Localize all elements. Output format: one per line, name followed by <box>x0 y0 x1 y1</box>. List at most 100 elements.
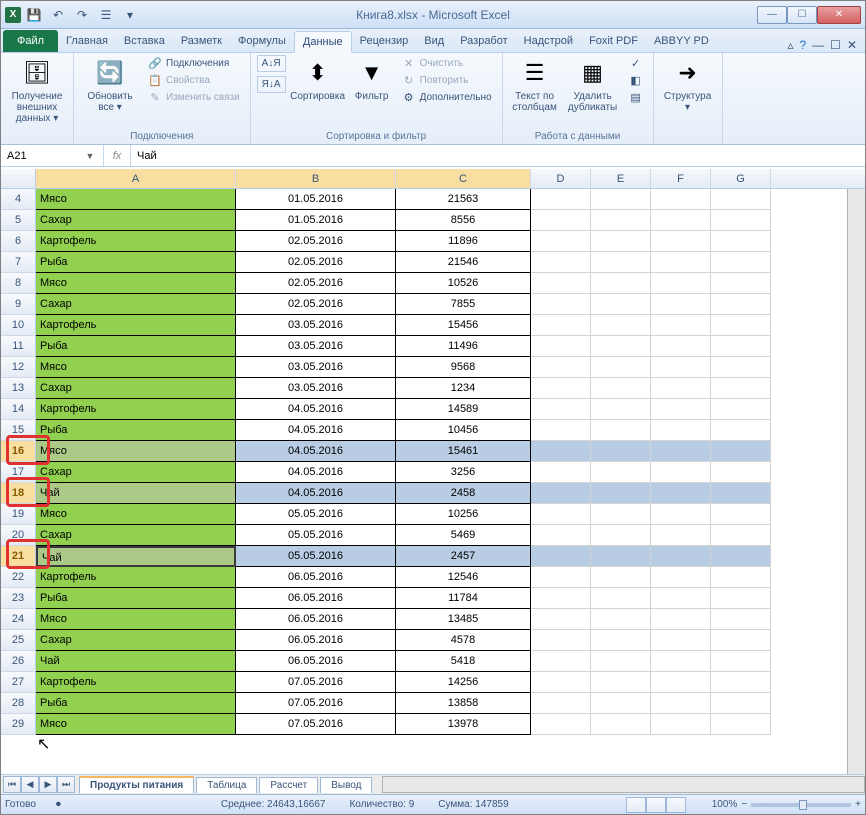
zoom-slider[interactable] <box>751 803 851 807</box>
cell[interactable]: Мясо <box>36 189 236 210</box>
cell[interactable] <box>711 252 771 273</box>
cell[interactable] <box>651 483 711 504</box>
cell[interactable] <box>531 693 591 714</box>
cell[interactable]: 15456 <box>396 315 531 336</box>
cell[interactable]: 13858 <box>396 693 531 714</box>
cell[interactable] <box>531 630 591 651</box>
cell[interactable]: Чай <box>36 651 236 672</box>
cell[interactable] <box>531 231 591 252</box>
sheet-first-icon[interactable]: ⏮ <box>3 776 21 793</box>
cell[interactable]: 10526 <box>396 273 531 294</box>
cell[interactable] <box>711 588 771 609</box>
zoom-out-button[interactable]: − <box>741 799 747 810</box>
cell[interactable] <box>591 441 651 462</box>
cell[interactable] <box>591 693 651 714</box>
cell[interactable]: 21546 <box>396 252 531 273</box>
cell[interactable]: Сахар <box>36 378 236 399</box>
cell[interactable] <box>531 336 591 357</box>
cell[interactable]: 5469 <box>396 525 531 546</box>
cell[interactable]: 3256 <box>396 462 531 483</box>
cell[interactable] <box>711 693 771 714</box>
table-row[interactable]: 18Чай04.05.20162458 <box>1 483 865 504</box>
table-row[interactable]: 6Картофель02.05.201611896 <box>1 231 865 252</box>
cell[interactable] <box>591 231 651 252</box>
table-row[interactable]: 23Рыба06.05.201611784 <box>1 588 865 609</box>
doc-minimize-icon[interactable]: — <box>812 38 824 52</box>
what-if-button[interactable]: ▤ <box>625 89 647 105</box>
cell[interactable] <box>651 525 711 546</box>
cell[interactable] <box>531 210 591 231</box>
row-header[interactable]: 8 <box>1 273 36 294</box>
row-header[interactable]: 29 <box>1 714 36 735</box>
cell[interactable]: 03.05.2016 <box>236 315 396 336</box>
row-header[interactable]: 26 <box>1 651 36 672</box>
doc-restore-icon[interactable]: ☐ <box>830 38 841 52</box>
cell[interactable]: 7855 <box>396 294 531 315</box>
data-validation-button[interactable]: ✓ <box>625 55 647 71</box>
cell[interactable] <box>531 462 591 483</box>
cell[interactable] <box>591 252 651 273</box>
cell[interactable] <box>591 399 651 420</box>
table-row[interactable]: 9Сахар02.05.20167855 <box>1 294 865 315</box>
table-row[interactable]: 20Сахар05.05.20165469 <box>1 525 865 546</box>
cell[interactable] <box>531 483 591 504</box>
table-row[interactable]: 4Мясо01.05.201621563 <box>1 189 865 210</box>
outline-button[interactable]: ➜ Структура ▾ <box>660 55 716 115</box>
tab-abbyy[interactable]: ABBYY PD <box>646 30 717 52</box>
cell[interactable] <box>531 315 591 336</box>
cell[interactable]: 14589 <box>396 399 531 420</box>
text-to-columns-button[interactable]: ☰ Текст по столбцам <box>509 55 561 115</box>
cell[interactable]: Сахар <box>36 525 236 546</box>
row-header[interactable]: 22 <box>1 567 36 588</box>
cell[interactable] <box>651 714 711 735</box>
row-header[interactable]: 13 <box>1 378 36 399</box>
cell[interactable] <box>711 294 771 315</box>
cell[interactable] <box>651 630 711 651</box>
table-row[interactable]: 17Сахар04.05.20163256 <box>1 462 865 483</box>
col-header-A[interactable]: A <box>36 169 236 188</box>
cell[interactable]: 02.05.2016 <box>236 294 396 315</box>
cell[interactable] <box>531 588 591 609</box>
row-header[interactable]: 28 <box>1 693 36 714</box>
cell[interactable] <box>711 546 771 567</box>
row-header[interactable]: 24 <box>1 609 36 630</box>
cell[interactable] <box>711 420 771 441</box>
cell[interactable]: 2457 <box>396 546 531 567</box>
row-header[interactable]: 6 <box>1 231 36 252</box>
cell[interactable]: 06.05.2016 <box>236 567 396 588</box>
cell[interactable]: Сахар <box>36 294 236 315</box>
sheet-next-icon[interactable]: ▶ <box>39 776 57 793</box>
cell[interactable]: Рыба <box>36 336 236 357</box>
spreadsheet-grid[interactable]: A B C D E F G 4Мясо01.05.2016215635Сахар… <box>1 169 865 774</box>
cell[interactable]: 11896 <box>396 231 531 252</box>
table-row[interactable]: 7Рыба02.05.201621546 <box>1 252 865 273</box>
sort-az-button[interactable]: А↓Я <box>257 55 286 72</box>
cell[interactable]: 03.05.2016 <box>236 336 396 357</box>
cell[interactable]: Сахар <box>36 630 236 651</box>
cell[interactable] <box>531 399 591 420</box>
table-row[interactable]: 11Рыба03.05.201611496 <box>1 336 865 357</box>
row-header[interactable]: 10 <box>1 315 36 336</box>
col-header-F[interactable]: F <box>651 169 711 188</box>
horizontal-scrollbar[interactable] <box>382 776 865 793</box>
help-icon[interactable]: ? <box>799 38 806 52</box>
cell[interactable] <box>591 672 651 693</box>
cell[interactable] <box>591 609 651 630</box>
tab-developer[interactable]: Разработ <box>452 30 515 52</box>
cell[interactable] <box>591 651 651 672</box>
row-header[interactable]: 18 <box>1 483 36 504</box>
cell[interactable] <box>711 630 771 651</box>
cell[interactable] <box>531 651 591 672</box>
row-header[interactable]: 27 <box>1 672 36 693</box>
cell[interactable]: 10256 <box>396 504 531 525</box>
table-row[interactable]: 27Картофель07.05.201614256 <box>1 672 865 693</box>
sort-za-button[interactable]: Я↓А <box>257 76 286 93</box>
cell[interactable] <box>651 588 711 609</box>
formula-input[interactable]: Чай <box>131 145 865 166</box>
cell[interactable]: 11784 <box>396 588 531 609</box>
cell[interactable]: 07.05.2016 <box>236 672 396 693</box>
cell[interactable]: Картофель <box>36 399 236 420</box>
cell[interactable] <box>531 714 591 735</box>
qat-redo-icon[interactable]: ↷ <box>71 4 93 26</box>
row-header[interactable]: 12 <box>1 357 36 378</box>
